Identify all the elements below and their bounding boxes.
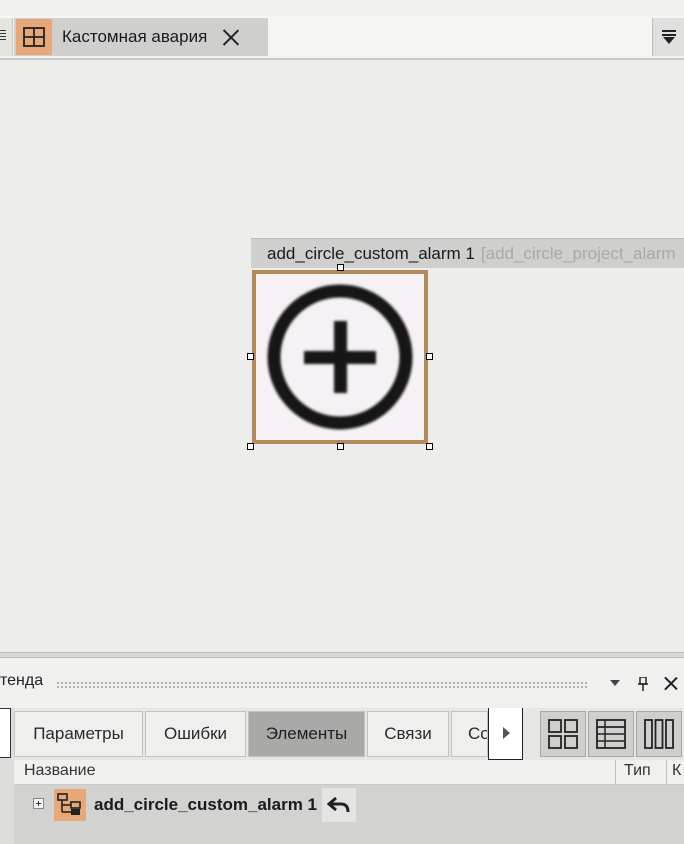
grid-table-icon — [16, 19, 52, 55]
tab-links[interactable]: Связи — [367, 711, 449, 757]
element-name-tooltip: add_circle_custom_alarm 1 [add_circle_pro… — [251, 238, 684, 268]
table-view-icon — [596, 719, 626, 749]
undo-arrow-icon — [327, 796, 350, 813]
tab-label: Со — [468, 724, 488, 743]
left-dock-stub[interactable] — [0, 18, 13, 56]
tab-label: Ошибки — [163, 724, 228, 743]
pin-icon[interactable] — [637, 676, 649, 694]
tab-parameters[interactable]: Параметры — [14, 711, 143, 757]
document-tab-label: Кастомная авария — [62, 27, 208, 46]
column-type-header[interactable]: Тип — [624, 762, 651, 780]
close-icon[interactable] — [221, 27, 241, 47]
tree-column-header — [14, 760, 684, 785]
chevron-down-icon[interactable] — [610, 680, 620, 686]
resize-handle-bottom-left[interactable] — [247, 443, 254, 450]
column-divider[interactable] — [666, 760, 667, 784]
resize-handle-bottom-right[interactable] — [426, 443, 433, 450]
element-node-icon — [54, 789, 86, 821]
view-tiles-button[interactable] — [540, 711, 586, 757]
tab-truncated[interactable]: Со — [451, 711, 488, 757]
top-toolbar-strip — [0, 0, 684, 17]
tabs-scroll-right-button[interactable] — [488, 708, 523, 760]
document-tab[interactable]: Кастомная авария — [14, 18, 268, 56]
resize-handle-right[interactable] — [426, 353, 433, 360]
tab-errors[interactable]: Ошибки — [145, 711, 246, 757]
tab-list-menu-button[interactable] — [652, 18, 684, 56]
tab-label: Связи — [384, 724, 432, 743]
expand-icon[interactable] — [33, 798, 44, 809]
dropdown-arrow-icon — [662, 30, 676, 44]
view-table-button[interactable] — [588, 711, 634, 757]
resize-handle-top[interactable] — [337, 264, 344, 271]
column-name-header[interactable]: Название — [24, 762, 96, 780]
columns-view-icon — [644, 719, 674, 749]
column-extra-header[interactable]: К — [672, 762, 681, 780]
column-divider[interactable] — [615, 760, 616, 784]
panel-drag-grip[interactable] — [56, 681, 588, 689]
add-circle-icon — [267, 284, 413, 430]
rail-button[interactable] — [0, 708, 11, 758]
list-icon — [0, 30, 6, 42]
panel-title: тенда — [0, 672, 44, 689]
canvas-element[interactable] — [252, 270, 428, 444]
undo-button[interactable] — [322, 788, 356, 822]
tab-label: Элементы — [265, 724, 348, 743]
tab-elements[interactable]: Элементы — [248, 711, 365, 757]
element-type: [add_circle_project_alarm — [480, 244, 676, 263]
tiles-view-icon — [548, 719, 578, 749]
tree-node-label[interactable]: add_circle_custom_alarm 1 — [94, 795, 317, 815]
element-name: add_circle_custom_alarm 1 — [267, 244, 475, 263]
resize-handle-left[interactable] — [247, 353, 254, 360]
view-columns-button[interactable] — [636, 711, 682, 757]
tab-label: Параметры — [33, 724, 124, 743]
resize-handle-bottom[interactable] — [337, 443, 344, 450]
close-icon[interactable] — [663, 675, 679, 691]
